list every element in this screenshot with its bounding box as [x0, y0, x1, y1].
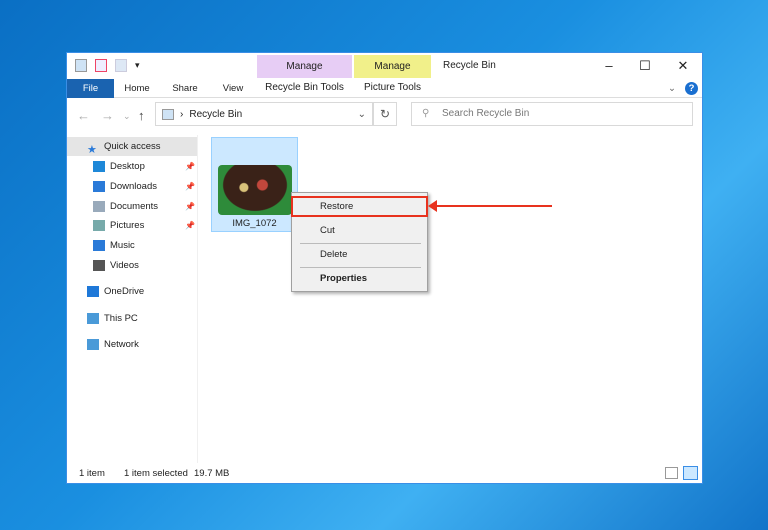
new-folder-icon[interactable]: [115, 59, 127, 72]
sidebar-item-network[interactable]: Network: [67, 335, 197, 354]
image-thumbnail: [218, 165, 292, 215]
maximize-button[interactable]: ☐: [627, 53, 663, 79]
sidebar-item-downloads[interactable]: Downloads 📌: [67, 177, 197, 196]
music-icon: [93, 240, 105, 251]
menu-item-delete[interactable]: Delete: [292, 245, 427, 265]
tab-share[interactable]: Share: [165, 79, 205, 98]
pin-icon: 📌: [185, 182, 195, 191]
sidebar-item-label: Network: [104, 339, 139, 350]
desktop-icon: [93, 161, 105, 172]
sidebar-item-desktop[interactable]: Desktop 📌: [67, 157, 197, 176]
network-icon: [87, 339, 99, 350]
large-icons-view-button[interactable]: [683, 466, 698, 480]
search-input[interactable]: ⚲ Search Recycle Bin: [411, 102, 693, 126]
back-button[interactable]: ←: [77, 108, 90, 123]
title-bar: ▾ Manage Recycle Bin Tools Manage Pictur…: [67, 53, 702, 98]
star-icon: ★: [87, 144, 97, 156]
sidebar-item-documents[interactable]: Documents 📌: [67, 197, 197, 216]
recent-locations-icon[interactable]: ⌄: [123, 111, 131, 122]
sidebar-item-label: This PC: [104, 313, 138, 324]
sidebar-item-label: Documents: [110, 201, 159, 212]
file-name: IMG_1072: [232, 218, 277, 229]
sidebar-item-label: Music: [110, 240, 135, 251]
sidebar-item-label: Desktop: [110, 161, 145, 172]
refresh-button[interactable]: ↻: [373, 102, 397, 126]
search-placeholder: Search Recycle Bin: [442, 108, 530, 119]
tab-home[interactable]: Home: [117, 79, 157, 98]
computer-icon: [87, 313, 99, 324]
up-button[interactable]: ↑: [138, 108, 145, 123]
sidebar-item-this-pc[interactable]: This PC: [67, 309, 197, 328]
chevron-down-icon[interactable]: ⌄: [358, 109, 366, 120]
window-title: Recycle Bin: [443, 60, 496, 71]
details-view-button[interactable]: [665, 467, 678, 479]
cloud-icon: [87, 286, 99, 297]
breadcrumb[interactable]: Recycle Bin: [189, 109, 242, 120]
quick-access-toolbar: ▾: [75, 59, 140, 72]
sidebar-item-label: Quick access: [104, 141, 161, 152]
forward-button[interactable]: →: [101, 108, 114, 123]
sidebar-item-videos[interactable]: Videos: [67, 256, 197, 275]
customize-toolbar-icon[interactable]: ▾: [135, 60, 140, 71]
expand-ribbon-icon[interactable]: ⌄: [665, 79, 679, 98]
search-icon: ⚲: [422, 108, 430, 119]
menu-separator: [300, 243, 421, 244]
pin-icon: 📌: [185, 221, 195, 230]
sidebar-item-pictures[interactable]: Pictures 📌: [67, 216, 197, 235]
close-button[interactable]: ✕: [665, 53, 701, 79]
restore-highlight-box: [291, 196, 428, 217]
pin-icon: 📌: [185, 162, 195, 171]
selection-size: 19.7 MB: [194, 468, 230, 479]
properties-icon[interactable]: [95, 59, 107, 72]
pin-icon: 📌: [185, 202, 195, 211]
annotation-arrow: [428, 200, 552, 212]
tab-view[interactable]: View: [213, 79, 253, 98]
item-count: 1 item: [79, 468, 105, 479]
recycle-bin-icon: [162, 108, 174, 120]
videos-icon: [93, 260, 105, 271]
ribbon-tabs: File Home Share View ⌄ ?: [67, 79, 702, 98]
documents-icon: [93, 201, 105, 212]
tab-file[interactable]: File: [67, 79, 114, 98]
address-bar[interactable]: › Recycle Bin ⌄: [155, 102, 373, 126]
menu-item-cut[interactable]: Cut: [292, 221, 427, 241]
address-row: ← → ⌄ ↑ › Recycle Bin ⌄ ↻ ⚲ Search Recyc…: [67, 102, 702, 130]
sidebar-item-label: Pictures: [110, 220, 145, 231]
manage-header: Manage: [257, 55, 352, 78]
menu-separator: [300, 267, 421, 268]
navigation-pane: ★ Quick access Desktop 📌 Downloads 📌 Documents…: [67, 135, 198, 463]
sidebar-item-music[interactable]: Music: [67, 236, 197, 255]
sidebar-item-label: Downloads: [110, 181, 157, 192]
manage-header: Manage: [354, 55, 431, 78]
breadcrumb-separator: ›: [180, 108, 184, 120]
sidebar-item-label: Videos: [110, 260, 139, 271]
help-icon[interactable]: ?: [685, 82, 698, 95]
pictures-icon: [93, 220, 105, 231]
file-item[interactable]: IMG_1072: [211, 137, 298, 232]
recycle-bin-icon: [75, 59, 87, 72]
menu-item-properties[interactable]: Properties: [292, 269, 427, 289]
status-bar: 1 item 1 item selected 19.7 MB: [67, 463, 702, 484]
sidebar-item-onedrive[interactable]: OneDrive: [67, 282, 197, 301]
minimize-button[interactable]: –: [591, 53, 627, 79]
download-icon: [93, 181, 105, 192]
file-explorer-window: ▾ Manage Recycle Bin Tools Manage Pictur…: [66, 52, 703, 484]
sidebar-item-label: OneDrive: [104, 286, 145, 297]
selection-count: 1 item selected: [124, 468, 188, 479]
sidebar-item-quick-access[interactable]: ★ Quick access: [67, 137, 197, 156]
